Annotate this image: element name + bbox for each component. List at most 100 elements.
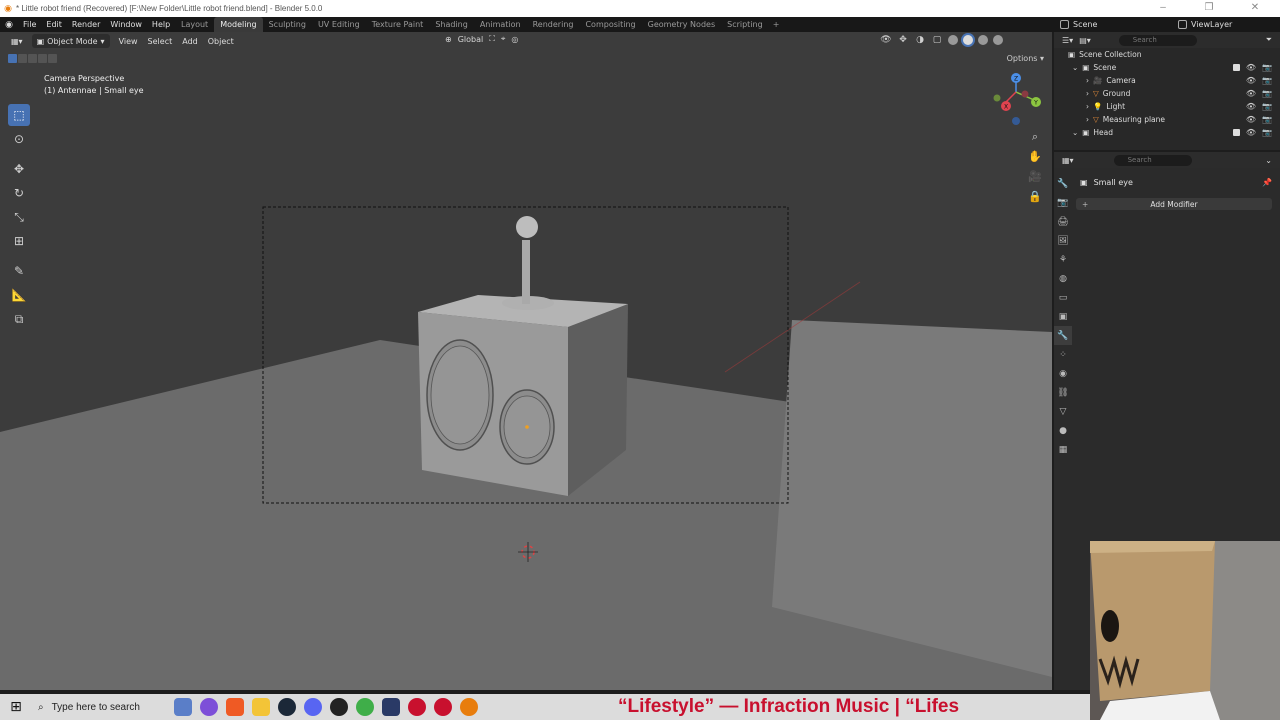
add-modifier-button[interactable]: + Add Modifier [1076, 198, 1272, 210]
transform-orientation[interactable]: ⊕ Global ⛶ ⌖ ◎ [445, 34, 518, 44]
eye-icon[interactable]: 👁 [1246, 76, 1256, 85]
solid-shading-icon[interactable] [963, 35, 973, 45]
scene-selector[interactable]: Scene [1060, 18, 1170, 31]
outliner-item-ground[interactable]: › ▽ Ground 👁 📷 [1054, 87, 1280, 100]
xray-icon[interactable]: ▢ [931, 34, 943, 46]
red-app-2-icon[interactable] [434, 698, 452, 716]
output-tab-icon[interactable]: 🖨 [1054, 212, 1072, 231]
eye-icon[interactable]: 👁 [1246, 128, 1256, 137]
tab-uv-editing[interactable]: UV Editing [312, 17, 366, 32]
overlay-toggle-icon[interactable]: ◑ [914, 34, 926, 46]
steam-icon[interactable] [278, 698, 296, 716]
tool-tab-icon[interactable]: 🔧 [1054, 174, 1072, 193]
add-cube-tool-icon[interactable]: ⧉ [8, 308, 30, 330]
outliner-root[interactable]: ▣ Scene Collection [1054, 48, 1280, 61]
display-mode-icon[interactable]: ▤▾ [1079, 36, 1091, 45]
particles-tab-icon[interactable]: ⁘ [1054, 345, 1072, 364]
outliner-search-input[interactable]: Search [1118, 34, 1197, 46]
blender-menu-icon[interactable]: ◉ [0, 20, 18, 30]
filter-icon[interactable]: ⏷ [1266, 35, 1272, 45]
pan-hand-icon[interactable]: ✋ [1026, 148, 1044, 166]
copilot-icon[interactable] [200, 698, 218, 716]
select-intersect-icon[interactable] [48, 54, 57, 63]
menu-edit[interactable]: Edit [41, 20, 67, 29]
taskbar-search[interactable]: ⌕ Type here to search [32, 694, 162, 720]
red-app-icon[interactable] [408, 698, 426, 716]
outliner-item-measuring-plane[interactable]: › ▽ Measuring plane 👁 📷 [1054, 113, 1280, 126]
scale-tool-icon[interactable]: ⤡ [8, 206, 30, 228]
blender-taskbar-icon[interactable] [460, 698, 478, 716]
measure-tool-icon[interactable]: 📐 [8, 284, 30, 306]
properties-search-input[interactable]: Search [1113, 154, 1192, 166]
exclude-checkbox[interactable] [1232, 129, 1240, 136]
obs-icon[interactable] [330, 698, 348, 716]
view-layer-tab-icon[interactable]: 🖼 [1054, 231, 1072, 250]
gizmo-toggle-icon[interactable]: ✥ [897, 34, 909, 46]
tab-sculpting[interactable]: Sculpting [263, 17, 312, 32]
select-new-icon[interactable] [8, 54, 17, 63]
tab-texture-paint[interactable]: Texture Paint [366, 17, 430, 32]
green-app-icon[interactable] [356, 698, 374, 716]
tab-scripting[interactable]: Scripting [721, 17, 769, 32]
outliner-item-head[interactable]: ⌄ ▣ Head 👁 📷 [1054, 126, 1280, 139]
menu-add[interactable]: Add [177, 34, 203, 48]
outliner-item-light[interactable]: › 💡 Light 👁 📷 [1054, 100, 1280, 113]
tab-modeling[interactable]: Modeling [214, 17, 263, 32]
menu-help[interactable]: Help [147, 20, 175, 29]
render-camera-icon[interactable]: 📷 [1262, 76, 1272, 85]
camera-view-icon[interactable]: 🎥 [1026, 168, 1044, 186]
tab-geometry-nodes[interactable]: Geometry Nodes [642, 17, 721, 32]
expand-arrow-icon[interactable]: › [1086, 115, 1089, 124]
tab-layout[interactable]: Layout [175, 17, 214, 32]
lock-icon[interactable]: 🔒 [1026, 188, 1044, 206]
expand-arrow-icon[interactable]: › [1086, 102, 1089, 111]
menu-select[interactable]: Select [143, 34, 178, 48]
visibility-icon[interactable]: 👁 [880, 34, 892, 46]
material-tab-icon[interactable]: ● [1054, 421, 1072, 440]
render-camera-icon[interactable]: 📷 [1262, 63, 1272, 72]
render-tab-icon[interactable]: 📷 [1054, 193, 1072, 212]
render-camera-icon[interactable]: 📷 [1262, 89, 1272, 98]
restore-icon[interactable]: ❐ [1186, 0, 1232, 17]
transform-tool-icon[interactable]: ⊞ [8, 230, 30, 252]
options-dropdown[interactable]: Options ▾ [1007, 54, 1044, 63]
minimize-icon[interactable]: – [1140, 0, 1186, 17]
brave-icon[interactable] [226, 698, 244, 716]
discord-icon[interactable] [304, 698, 322, 716]
physics-tab-icon[interactable]: ◉ [1054, 364, 1072, 383]
menu-window[interactable]: Window [105, 20, 147, 29]
object-tab-icon[interactable]: ▣ [1054, 307, 1072, 326]
scene-tab-icon[interactable]: ⚘ [1054, 250, 1072, 269]
exclude-checkbox[interactable] [1232, 64, 1240, 71]
material-shading-icon[interactable] [978, 35, 988, 45]
rendered-shading-icon[interactable] [993, 35, 1003, 45]
outliner-editor-icon[interactable]: ☰▾ [1062, 36, 1073, 45]
tab-compositing[interactable]: Compositing [579, 17, 641, 32]
zoom-icon[interactable]: ⌕ [1026, 128, 1044, 146]
texture-tab-icon[interactable]: ▦ [1054, 440, 1072, 459]
properties-editor-icon[interactable]: ▦▾ [1062, 156, 1074, 165]
cursor-tool-icon[interactable]: ⊙ [8, 128, 30, 150]
add-workspace-icon[interactable]: + [769, 20, 784, 29]
rotate-tool-icon[interactable]: ↻ [8, 182, 30, 204]
select-box-tool-icon[interactable]: ⬚ [8, 104, 30, 126]
menu-view[interactable]: View [114, 34, 143, 48]
snap-icon[interactable]: ⌖ [501, 34, 506, 44]
expand-arrow-icon[interactable]: ⌄ [1072, 63, 1078, 72]
menu-object[interactable]: Object [203, 34, 239, 48]
modifier-tab-icon[interactable]: 🔧 [1054, 326, 1072, 345]
editor-type-icon[interactable]: ▦▾ [6, 34, 28, 48]
render-camera-icon[interactable]: 📷 [1262, 115, 1272, 124]
collection-tab-icon[interactable]: ▭ [1054, 288, 1072, 307]
annotate-tool-icon[interactable]: ✎ [8, 260, 30, 282]
expand-arrow-icon[interactable]: › [1086, 76, 1089, 85]
proportional-icon[interactable]: ◎ [511, 35, 518, 44]
eye-icon[interactable]: 👁 [1246, 102, 1256, 111]
pin-icon[interactable]: 📌 [1262, 178, 1272, 187]
select-subtract-icon[interactable] [28, 54, 37, 63]
select-invert-icon[interactable] [38, 54, 47, 63]
blue-app-icon[interactable] [382, 698, 400, 716]
expand-arrow-icon[interactable]: › [1086, 89, 1089, 98]
expand-arrow-icon[interactable]: ⌄ [1072, 128, 1078, 137]
move-tool-icon[interactable]: ✥ [8, 158, 30, 180]
